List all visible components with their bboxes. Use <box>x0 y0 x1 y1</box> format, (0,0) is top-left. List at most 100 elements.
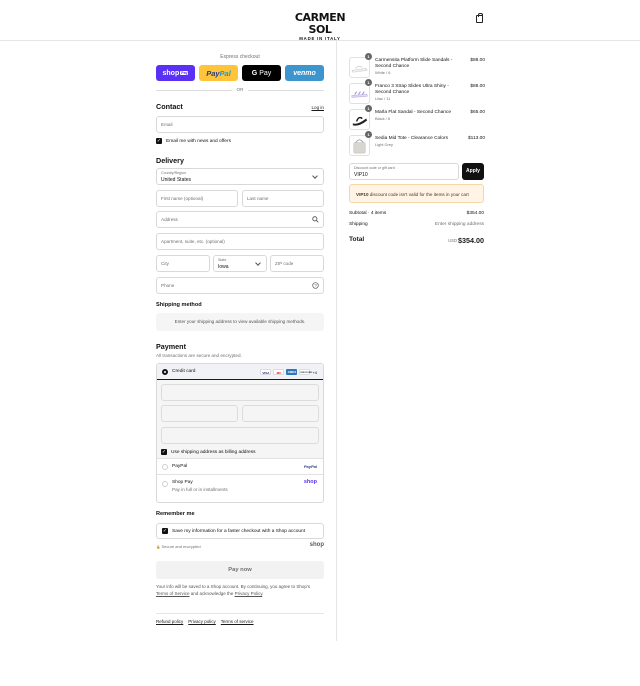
brand-logo[interactable]: CARMEN SOL MADE IN ITALY <box>287 11 353 42</box>
terms-of-service-footer-link[interactable]: Terms of service <box>221 619 254 624</box>
payment-heading: Payment <box>156 342 186 351</box>
product-thumbnail <box>349 135 370 156</box>
phone-field[interactable]: Phone ? <box>156 277 324 294</box>
or-divider: OR <box>156 87 324 93</box>
shipping-label: Shipping <box>349 222 368 227</box>
product-name: Sedia Mid Tote - Clearance Colors Light … <box>375 136 461 147</box>
shipping-value: Enter shipping address <box>434 222 484 227</box>
brand-name: CARMEN SOL <box>294 11 346 36</box>
quantity-badge: 1 <box>365 53 372 60</box>
shop-logo: shop <box>309 542 324 548</box>
mastercard-icon: MC <box>273 369 285 375</box>
billing-address-checkbox[interactable]: ✓ <box>161 449 167 455</box>
venmo-text: venmo <box>293 69 316 77</box>
save-info-checkbox[interactable]: ✓ <box>162 528 168 534</box>
subtotal-value: $354.00 <box>466 211 484 216</box>
expiration-field[interactable] <box>161 405 238 422</box>
last-name-field[interactable]: Last name <box>242 190 324 207</box>
google-pay-button[interactable]: G Pay <box>242 65 281 81</box>
privacy-policy-footer-link[interactable]: Privacy policy <box>188 619 216 624</box>
email-field[interactable]: Email <box>156 116 324 133</box>
apply-button[interactable]: Apply <box>462 163 484 180</box>
tote-bag-image <box>353 139 366 154</box>
country-value: United States <box>161 176 192 183</box>
state-value: Iowa <box>218 263 229 270</box>
cart-item: 1 Franco 3 Strap Slides Ultra Shiny - Se… <box>349 79 485 106</box>
delivery-heading: Delivery <box>156 156 184 165</box>
state-select[interactable]: State Iowa <box>213 255 267 272</box>
paypal-radio[interactable] <box>162 464 168 470</box>
country-select[interactable]: Country/Region United States <box>156 168 324 185</box>
shipping-notice: Enter your shipping address to view avai… <box>156 313 324 331</box>
footer-links: Refund policy Privacy policy Terms of se… <box>156 619 254 624</box>
country-label: Country/Region <box>161 171 186 175</box>
footer-divider <box>156 613 324 614</box>
cart-item: 1 Carmensita Platform Slide Sandals - Se… <box>349 53 485 80</box>
credit-card-label: Credit card <box>172 369 196 374</box>
product-variant: Lilac / 11 <box>375 96 391 101</box>
login-link[interactable]: Log in <box>311 105 324 110</box>
amex-icon: AMEX <box>286 369 298 375</box>
venmo-button[interactable]: venmo <box>285 65 324 81</box>
address-placeholder: Address <box>161 217 178 222</box>
apartment-field[interactable]: Apartment, suite, etc. (optional) <box>156 233 324 250</box>
discount-value: VIP10 <box>354 171 368 178</box>
credit-card-option[interactable]: Credit card VISA MC AMEX DISCOVER +4 <box>157 364 323 380</box>
help-icon[interactable]: ? <box>312 282 319 289</box>
discount-code-field[interactable]: Discount code or gift card VIP10 <box>349 163 459 180</box>
first-name-placeholder: First name (optional) <box>161 196 204 201</box>
legal-notice: Your info will be saved to a Shop accoun… <box>156 584 324 597</box>
paypal-label: PayPal <box>172 464 188 469</box>
shop-pay-text: shop <box>162 69 180 77</box>
search-icon <box>312 216 319 223</box>
city-field[interactable]: City <box>156 255 210 272</box>
payment-methods: Credit card VISA MC AMEX DISCOVER +4 ✓ U… <box>156 363 324 503</box>
product-price: $88.00 <box>470 84 485 89</box>
product-variant: Black / 8 <box>375 116 390 121</box>
chevron-down-icon <box>312 173 318 179</box>
security-code-field[interactable] <box>242 405 319 422</box>
save-info-box[interactable]: ✓ Save my information for a faster check… <box>156 523 324 539</box>
legal-text-2: and acknowledge the <box>190 590 234 596</box>
legal-period: . <box>262 590 264 596</box>
city-placeholder: City <box>161 261 169 266</box>
secure-note: 🔒 Secure and encrypted <box>156 544 201 549</box>
lock-icon: 🔒 <box>156 545 161 549</box>
paypal-button[interactable]: Pay Pal <box>199 65 238 81</box>
product-title: Carmensita Platform Slide Sandals - Seco… <box>375 58 453 69</box>
shop-pay-label: Shop Pay <box>172 480 193 485</box>
paypal-option[interactable]: PayPal PayPal <box>157 459 323 475</box>
express-checkout-label: Express checkout <box>220 54 260 60</box>
error-text: discount code isn't valid for the items … <box>369 192 469 197</box>
name-on-card-field[interactable] <box>161 427 319 444</box>
terms-of-service-link[interactable]: Terms of Service <box>156 591 190 596</box>
cart-item: 1 Marla Flat Sandal - Second Chance Blac… <box>349 105 485 132</box>
shopping-bag-icon[interactable] <box>476 13 483 23</box>
card-number-field[interactable] <box>161 384 319 401</box>
checkout-header: CARMEN SOL MADE IN ITALY <box>0 0 640 41</box>
shop-pay-badge: Pay <box>180 71 189 75</box>
contact-heading: Contact <box>156 102 183 111</box>
shop-pay-radio[interactable] <box>162 481 168 487</box>
pay-now-button[interactable]: Pay now <box>156 561 324 579</box>
product-variant: White / 6 <box>375 70 391 75</box>
discount-label: Discount code or gift card <box>354 166 395 170</box>
privacy-policy-link[interactable]: Privacy Policy <box>235 591 263 596</box>
shop-pay-option[interactable]: Shop Pay Pay in full or in installments … <box>157 475 323 503</box>
first-name-field[interactable]: First name (optional) <box>156 190 238 207</box>
product-price: $65.00 <box>470 110 485 115</box>
paypal-logo: PayPal <box>303 464 317 469</box>
refund-policy-link[interactable]: Refund policy <box>156 619 183 624</box>
quantity-badge: 1 <box>365 105 372 112</box>
zip-field[interactable]: ZIP code <box>270 255 324 272</box>
product-price: $88.00 <box>470 58 485 63</box>
credit-card-radio[interactable] <box>162 369 168 375</box>
google-pay-text: Pay <box>259 69 272 77</box>
newsletter-checkbox[interactable]: ✓ <box>156 138 162 144</box>
product-title: Franco 3 Strap Slides Ultra Shiny - Seco… <box>375 84 449 95</box>
remember-me-heading: Remember me <box>156 511 195 517</box>
card-brand-icons: VISA MC AMEX DISCOVER +4 <box>260 369 317 375</box>
quantity-badge: 1 <box>365 79 372 86</box>
address-field[interactable]: Address <box>156 211 324 228</box>
shop-pay-button[interactable]: shop Pay <box>156 65 195 81</box>
